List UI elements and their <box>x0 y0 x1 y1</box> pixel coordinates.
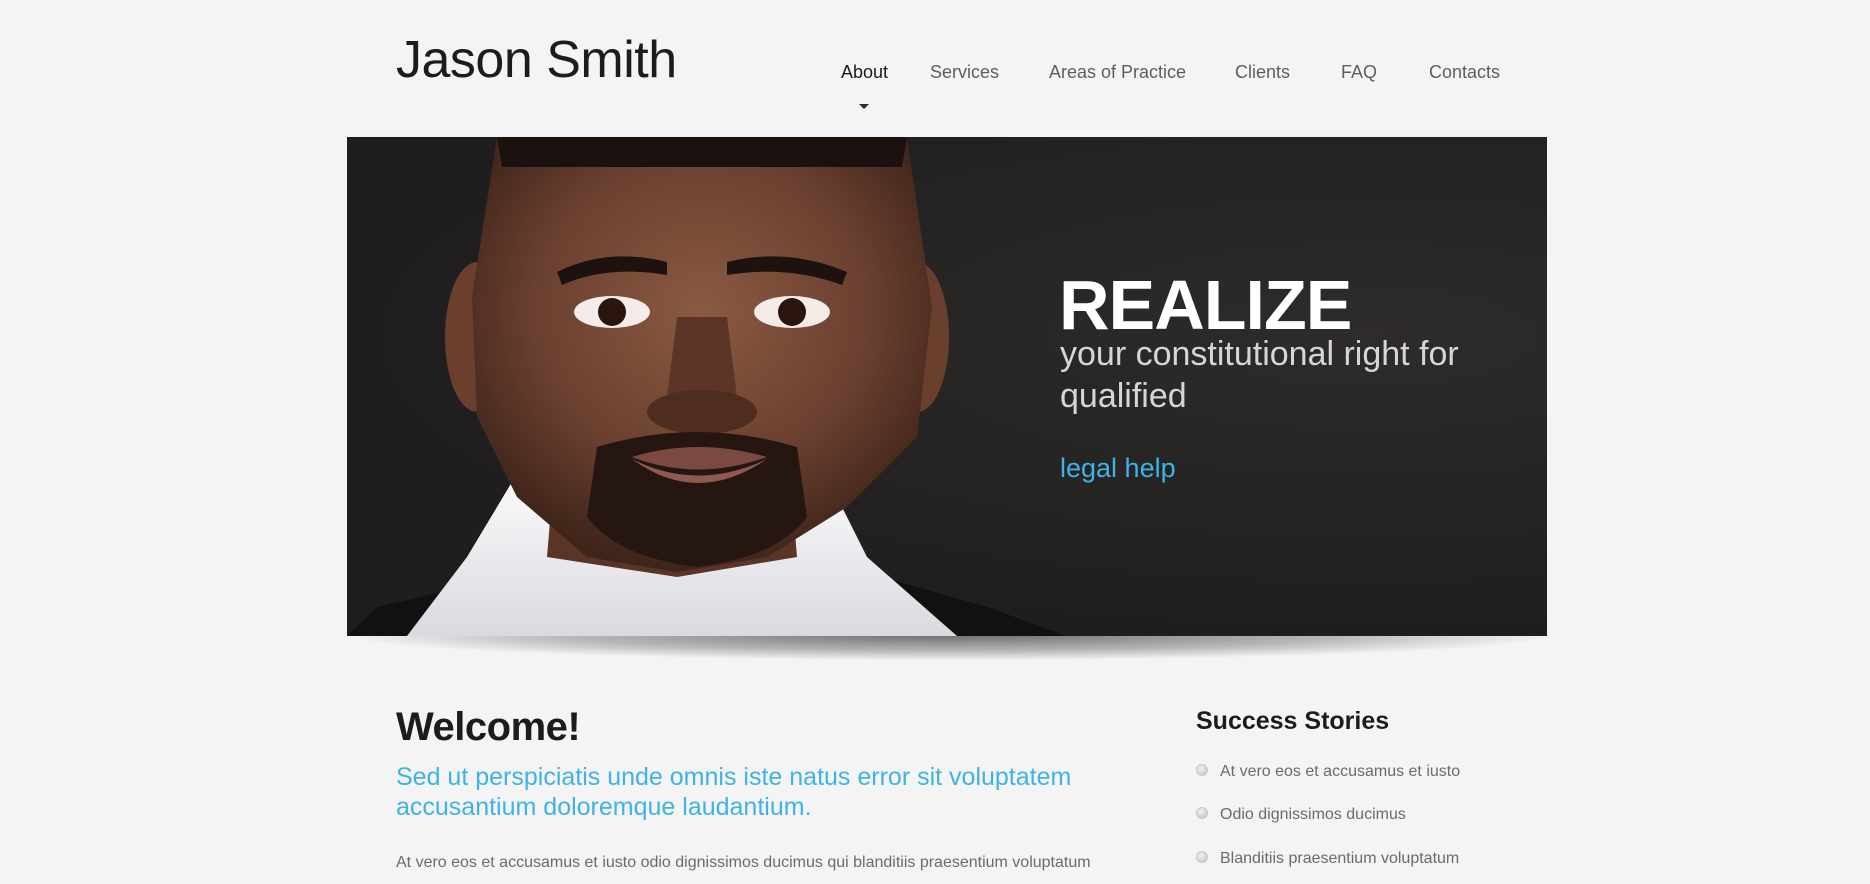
bullet-icon <box>1196 764 1208 777</box>
banner-legal-help-link[interactable]: legal help <box>1060 453 1176 484</box>
nav-item-areas-of-practice[interactable]: Areas of Practice <box>1049 62 1186 83</box>
success-story-label: Odio dignissimos ducimus <box>1220 806 1406 823</box>
main-nav: About Services Areas of Practice Clients… <box>0 62 1870 109</box>
hero-banner: REALIZE your constitutional right for qu… <box>347 137 1547 636</box>
nav-item-about[interactable]: About <box>841 62 888 83</box>
success-story-item[interactable]: Odio dignissimos ducimus <box>1196 806 1406 824</box>
banner-subline: your constitutional right for qualified <box>1060 335 1459 415</box>
success-story-item[interactable]: Blanditiis praesentium voluptatum <box>1196 850 1459 868</box>
bullet-icon <box>1196 851 1208 864</box>
nav-item-contacts[interactable]: Contacts <box>1429 62 1500 83</box>
site-header: Jason Smith About Services Areas of Prac… <box>0 0 1870 137</box>
bullet-icon <box>1196 807 1208 820</box>
success-stories-heading: Success Stories <box>1196 707 1390 735</box>
success-story-label: Blanditiis praesentium voluptatum <box>1220 850 1460 867</box>
active-nav-caret-icon <box>859 104 869 109</box>
nav-item-clients[interactable]: Clients <box>1235 62 1290 83</box>
success-story-label: At vero eos et accusamus et iusto <box>1220 763 1461 780</box>
welcome-body-text: At vero eos et accusamus et iusto odio d… <box>396 854 1091 871</box>
success-story-item[interactable]: At vero eos et accusamus et iusto <box>1196 763 1460 781</box>
nav-item-services[interactable]: Services <box>930 62 999 83</box>
portrait-image <box>347 137 1067 636</box>
nav-item-faq[interactable]: FAQ <box>1341 62 1377 83</box>
welcome-lead-text: Sed ut perspiciatis unde omnis iste natu… <box>396 763 1072 821</box>
welcome-heading: Welcome! <box>396 705 581 749</box>
